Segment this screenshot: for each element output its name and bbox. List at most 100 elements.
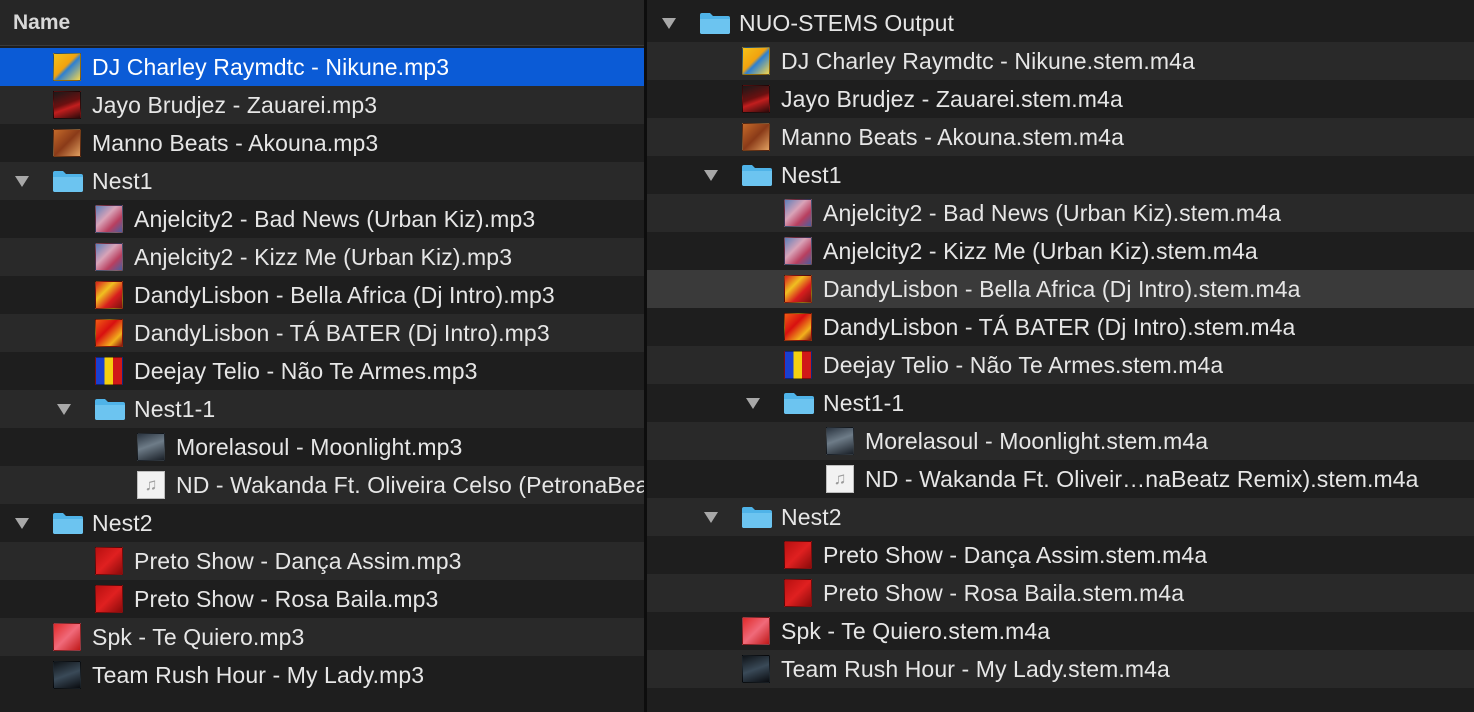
file-name: Jayo Brudjez - Zauarei.mp3 <box>92 91 378 118</box>
folder-name: Nest1 <box>92 167 153 194</box>
disclosure-triangle-icon[interactable] <box>703 509 719 525</box>
cover-art-icon <box>53 661 81 689</box>
cover-art-icon <box>784 579 812 607</box>
folder-icon <box>742 507 772 528</box>
disclosure-triangle-icon[interactable] <box>14 173 30 189</box>
file-row[interactable]: DandyLisbon - Bella Africa (Dj Intro).st… <box>647 270 1474 308</box>
disclosure-triangle-icon[interactable] <box>14 515 30 531</box>
cover-art-icon <box>53 91 81 119</box>
file-name: Preto Show - Rosa Baila.mp3 <box>134 585 439 612</box>
file-row[interactable]: Preto Show - Dança Assim.mp3 <box>0 542 644 580</box>
file-name: Team Rush Hour - My Lady.stem.m4a <box>781 655 1170 682</box>
cover-art-icon <box>742 655 770 683</box>
file-row[interactable]: Anjelcity2 - Kizz Me (Urban Kiz).stem.m4… <box>647 232 1474 270</box>
file-row[interactable]: Team Rush Hour - My Lady.stem.m4a <box>647 650 1474 688</box>
file-name: Anjelcity2 - Kizz Me (Urban Kiz).stem.m4… <box>823 237 1258 264</box>
cover-art-icon <box>53 623 81 651</box>
cover-art-icon <box>95 547 123 575</box>
cover-art-icon <box>95 585 123 613</box>
folder-row[interactable]: Nest2 <box>647 498 1474 536</box>
file-name: Preto Show - Dança Assim.stem.m4a <box>823 541 1208 568</box>
cover-art-icon <box>53 53 81 81</box>
file-row[interactable]: DJ Charley Raymdtc - Nikune.mp3 <box>0 48 644 86</box>
file-row[interactable]: Anjelcity2 - Bad News (Urban Kiz).mp3 <box>0 200 644 238</box>
file-name: Morelasoul - Moonlight.stem.m4a <box>865 427 1209 454</box>
file-name: Team Rush Hour - My Lady.mp3 <box>92 661 425 688</box>
folder-row[interactable]: Nest1 <box>0 162 644 200</box>
folder-row[interactable]: Nest1-1 <box>647 384 1474 422</box>
cover-art-icon <box>95 205 123 233</box>
folder-row[interactable]: Nest2 <box>0 504 644 542</box>
file-name: DandyLisbon - TÁ BATER (Dj Intro).mp3 <box>134 319 550 346</box>
file-name: DandyLisbon - TÁ BATER (Dj Intro).stem.m… <box>823 313 1296 340</box>
file-name: ND - Wakanda Ft. Oliveir…naBeatz Remix).… <box>865 465 1419 492</box>
disclosure-triangle-icon[interactable] <box>703 167 719 183</box>
cover-art-icon <box>53 129 81 157</box>
file-name: Jayo Brudjez - Zauarei.stem.m4a <box>781 85 1123 112</box>
file-row[interactable]: Manno Beats - Akouna.stem.m4a <box>647 118 1474 156</box>
file-name: Morelasoul - Moonlight.mp3 <box>176 433 463 460</box>
folder-icon <box>95 399 125 420</box>
file-row[interactable]: Morelasoul - Moonlight.mp3 <box>0 428 644 466</box>
folder-row[interactable]: NUO-STEMS Output <box>647 4 1474 42</box>
file-name: Anjelcity2 - Bad News (Urban Kiz).stem.m… <box>823 199 1281 226</box>
file-row[interactable]: Anjelcity2 - Bad News (Urban Kiz).stem.m… <box>647 194 1474 232</box>
cover-art-icon <box>137 433 165 461</box>
cover-art-icon <box>826 427 854 455</box>
file-row[interactable]: Team Rush Hour - My Lady.mp3 <box>0 656 644 694</box>
name-column-header-label: Name <box>13 10 71 34</box>
file-name: Spk - Te Quiero.mp3 <box>92 623 305 650</box>
cover-art-icon <box>95 319 123 347</box>
file-row[interactable]: DJ Charley Raymdtc - Nikune.stem.m4a <box>647 42 1474 80</box>
file-name: Manno Beats - Akouna.stem.m4a <box>781 123 1124 150</box>
file-row[interactable]: Jayo Brudjez - Zauarei.stem.m4a <box>647 80 1474 118</box>
file-row[interactable]: Preto Show - Dança Assim.stem.m4a <box>647 536 1474 574</box>
file-name: Spk - Te Quiero.stem.m4a <box>781 617 1051 644</box>
file-name: Preto Show - Dança Assim.mp3 <box>134 547 462 574</box>
file-row[interactable]: DandyLisbon - TÁ BATER (Dj Intro).mp3 <box>0 314 644 352</box>
file-row[interactable]: Jayo Brudjez - Zauarei.mp3 <box>0 86 644 124</box>
file-name: Manno Beats - Akouna.mp3 <box>92 129 379 156</box>
file-row[interactable]: Anjelcity2 - Kizz Me (Urban Kiz).mp3 <box>0 238 644 276</box>
folder-icon <box>53 171 83 192</box>
cover-art-icon <box>742 617 770 645</box>
folder-name: Nest1-1 <box>134 395 216 422</box>
file-name: Deejay Telio - Não Te Armes.stem.m4a <box>823 351 1224 378</box>
file-name: DJ Charley Raymdtc - Nikune.mp3 <box>92 53 450 80</box>
folder-row[interactable]: Nest1-1 <box>0 390 644 428</box>
disclosure-triangle-icon[interactable] <box>745 395 761 411</box>
file-row[interactable]: ♫ ND - Wakanda Ft. Oliveir…naBeatz Remix)… <box>647 460 1474 498</box>
file-row[interactable]: ♫ ND - Wakanda Ft. Oliveira Celso (Petron… <box>0 466 644 504</box>
file-row[interactable]: Preto Show - Rosa Baila.stem.m4a <box>647 574 1474 612</box>
right-file-list-pane: NUO-STEMS Output DJ Charley Raymdtc - Nik… <box>647 0 1474 712</box>
name-column-header[interactable]: Name <box>0 0 644 46</box>
file-row[interactable]: Deejay Telio - Não Te Armes.mp3 <box>0 352 644 390</box>
folder-icon <box>53 513 83 534</box>
file-name: Anjelcity2 - Kizz Me (Urban Kiz).mp3 <box>134 243 513 270</box>
music-note-icon: ♫ <box>137 471 165 499</box>
cover-art-icon <box>742 47 770 75</box>
cover-art-icon <box>784 199 812 227</box>
left-file-list-pane: Name DJ Charley Raymdtc - Nikune.mp3 Jayo… <box>0 0 644 712</box>
file-row[interactable]: Deejay Telio - Não Te Armes.stem.m4a <box>647 346 1474 384</box>
file-row[interactable]: Preto Show - Rosa Baila.mp3 <box>0 580 644 618</box>
file-row[interactable]: Spk - Te Quiero.stem.m4a <box>647 612 1474 650</box>
file-name: Anjelcity2 - Bad News (Urban Kiz).mp3 <box>134 205 536 232</box>
file-row[interactable]: Spk - Te Quiero.mp3 <box>0 618 644 656</box>
music-note-icon: ♫ <box>826 465 854 493</box>
file-row[interactable]: DandyLisbon - Bella Africa (Dj Intro).mp… <box>0 276 644 314</box>
file-name: ND - Wakanda Ft. Oliveira Celso (Petrona… <box>176 471 644 498</box>
right-file-tree: NUO-STEMS Output DJ Charley Raymdtc - Nik… <box>647 4 1474 688</box>
disclosure-triangle-icon[interactable] <box>661 15 677 31</box>
disclosure-triangle-icon[interactable] <box>56 401 72 417</box>
cover-art-icon <box>784 351 812 379</box>
cover-art-icon <box>95 281 123 309</box>
cover-art-icon <box>784 313 812 341</box>
file-row[interactable]: Manno Beats - Akouna.mp3 <box>0 124 644 162</box>
file-row[interactable]: DandyLisbon - TÁ BATER (Dj Intro).stem.m… <box>647 308 1474 346</box>
cover-art-icon <box>784 237 812 265</box>
folder-row[interactable]: Nest1 <box>647 156 1474 194</box>
file-row[interactable]: Morelasoul - Moonlight.stem.m4a <box>647 422 1474 460</box>
folder-name: Nest1 <box>781 161 842 188</box>
folder-name: Nest2 <box>92 509 153 536</box>
